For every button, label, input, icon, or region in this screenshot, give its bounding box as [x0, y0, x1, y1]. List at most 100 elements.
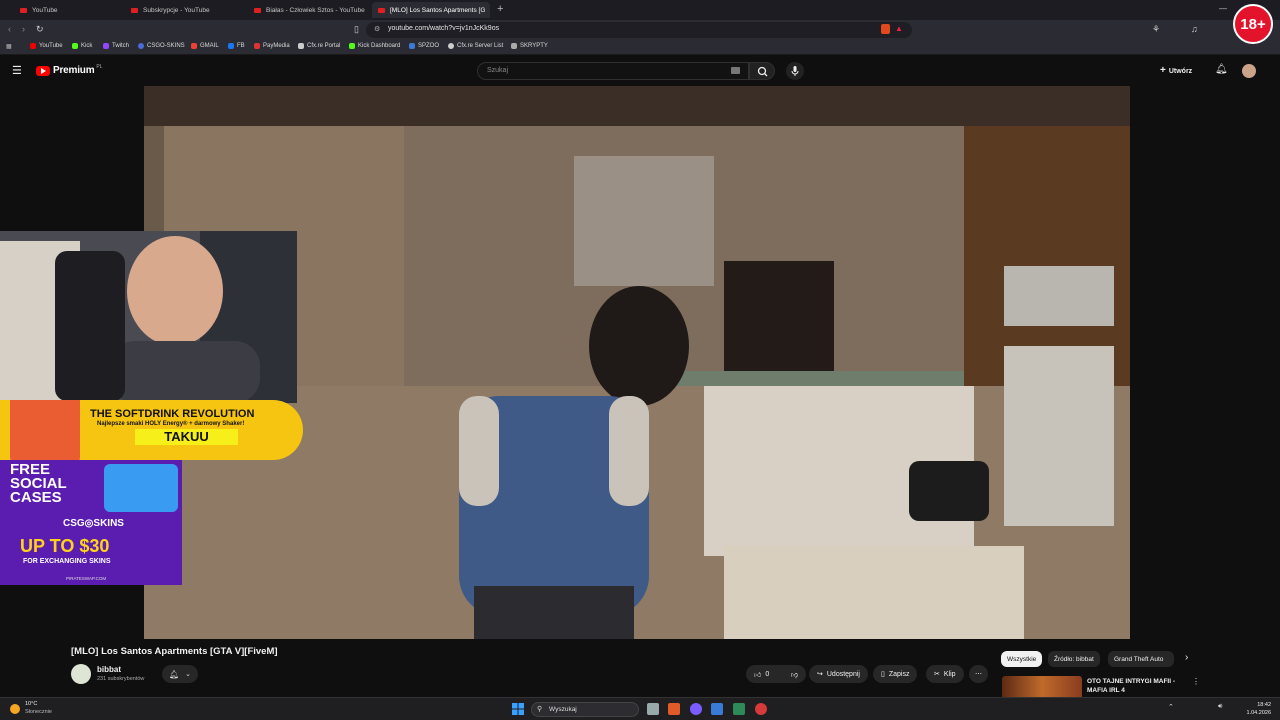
cfx-icon: [298, 43, 304, 49]
browser-tab[interactable]: Białas - Człowiek Sztos - YouTube: [248, 2, 372, 18]
plus-icon: +: [1160, 65, 1166, 76]
more-actions-button[interactable]: ⋯: [969, 665, 988, 683]
chip-source[interactable]: Źródło: bibbat: [1048, 651, 1100, 667]
subscription-bell-button[interactable]: 🔔︎ ⌄: [162, 665, 198, 683]
url-field[interactable]: ⚙ youtube.com/watch?v=jv1nJcKk9os ▲: [366, 22, 912, 38]
taskbar-clock[interactable]: 18:42 1.04.2026: [1241, 701, 1271, 717]
app-icon[interactable]: [690, 703, 702, 715]
kick-icon: [72, 43, 78, 49]
chip-gta[interactable]: Grand Theft Auto: [1108, 651, 1174, 667]
app-icon[interactable]: [755, 703, 767, 715]
energy-drink-image: [10, 400, 80, 460]
notifications-bell-icon[interactable]: 🔔︎: [1215, 64, 1228, 75]
app-icon[interactable]: [711, 703, 723, 715]
browser-tab-active[interactable]: [MLO] Los Santos Apartments [G✕: [372, 2, 490, 18]
minimize-icon[interactable]: —: [1219, 4, 1227, 13]
youtube-logo[interactable]: Premium PL: [36, 64, 103, 76]
volume-icon[interactable]: 🔊︎: [1218, 703, 1222, 711]
weather-temp: 10°C: [25, 701, 38, 707]
bookmark-item[interactable]: FB: [228, 43, 245, 49]
create-button[interactable]: + Utwórz: [1160, 65, 1192, 76]
channel-name[interactable]: bibbat: [97, 665, 121, 674]
task-view-icon[interactable]: [647, 703, 659, 715]
reload-icon[interactable]: ↻: [36, 24, 44, 35]
address-bar-row: ‹ › ↻ ▯ ⚙ youtube.com/watch?v=jv1nJcKk9o…: [0, 20, 1280, 40]
csgo-skins-ad: FREE SOCIAL CASES CSG◎SKINS UP TO $30 FO…: [0, 460, 182, 585]
taskbar-search[interactable]: ⚲ Wyszukaj: [531, 702, 639, 717]
search-icon: ⚲: [537, 706, 543, 713]
bookmark-item[interactable]: Kick Dashboard: [349, 43, 400, 49]
bookmarks-bar: ▦ YouTube Kick Twitch CSGO-SKINS GMAIL F…: [0, 40, 1280, 55]
search-button[interactable]: [749, 62, 775, 80]
bookmark-item[interactable]: PayMedia: [254, 43, 290, 49]
new-tab-icon[interactable]: +: [497, 3, 503, 15]
scissors-icon: ✂: [934, 671, 940, 678]
bookmark-item[interactable]: Twitch: [103, 43, 129, 49]
clip-button[interactable]: ✂ Klip: [926, 665, 964, 683]
youtube-favicon-icon: [254, 7, 261, 13]
search-input[interactable]: Szukaj: [477, 62, 749, 80]
share-button[interactable]: ↪ Udostępnij: [809, 665, 868, 683]
youtube-play-icon: [36, 65, 50, 76]
forward-icon[interactable]: ›: [22, 24, 25, 34]
brave-shield-icon[interactable]: [881, 24, 890, 34]
bookmark-item[interactable]: Kick: [72, 43, 92, 49]
chevron-right-icon[interactable]: ›: [1185, 652, 1188, 663]
bookmark-icon[interactable]: ▯: [354, 24, 359, 35]
site-info-icon[interactable]: ⚙: [374, 25, 380, 33]
more-vertical-icon[interactable]: ⋮: [1192, 677, 1200, 686]
bookmark-item[interactable]: SPZOO: [409, 43, 439, 49]
avatar[interactable]: [1242, 64, 1256, 78]
youtube-icon: [30, 43, 36, 49]
microphone-icon: [791, 66, 799, 76]
webcam-frame: [0, 231, 297, 403]
windows-start-icon[interactable]: [512, 703, 524, 715]
apps-icon[interactable]: ▦: [6, 43, 12, 50]
extensions-icon[interactable]: ⚘: [1152, 24, 1160, 35]
gmail-icon: [191, 43, 197, 49]
bookmark-item[interactable]: YouTube: [30, 43, 63, 49]
like-button[interactable]: 👍︎ 0: [754, 670, 769, 679]
voice-search-button[interactable]: [786, 62, 804, 80]
bookmark-item[interactable]: CSGO-SKINS: [138, 43, 185, 49]
ad-description: FOR EXCHANGING SKINS: [23, 558, 111, 565]
folder-icon: [511, 43, 517, 49]
ad-amount: UP TO $30: [20, 536, 110, 556]
player-letterbox-right: [1130, 86, 1280, 639]
menu-icon[interactable]: ☰: [12, 64, 22, 77]
media-icon[interactable]: ♫: [1191, 24, 1198, 34]
tray-chevron-icon[interactable]: ⌃: [1168, 703, 1174, 711]
brave-browser-icon[interactable]: [668, 703, 680, 715]
banner-brand: TAKUU: [135, 429, 238, 445]
brave-rewards-icon[interactable]: ▲: [895, 24, 903, 33]
thumbs-up-icon: 👍︎: [754, 671, 762, 679]
paymedia-icon: [254, 43, 260, 49]
recommended-title[interactable]: OTO TAJNE INTRYGI MAFII - MAFIA IRL 4: [1087, 677, 1187, 695]
ad-site: PIRATESWAP.COM: [66, 576, 107, 581]
chip-all[interactable]: Wszystkie: [1001, 651, 1043, 667]
ad-brand: CSG◎SKINS: [63, 518, 124, 529]
bell-icon: 🔔︎: [168, 669, 180, 679]
bookmark-item[interactable]: Cfx.re Server List: [448, 43, 503, 49]
save-button[interactable]: ▯ Zapisz: [873, 665, 918, 683]
browser-tab[interactable]: YouTube: [14, 2, 132, 18]
thumbs-down-icon: 👎︎: [790, 671, 798, 679]
bookmark-item[interactable]: GMAIL: [191, 43, 219, 49]
like-dislike-group: 👍︎ 0 👎︎: [746, 665, 806, 683]
channel-avatar[interactable]: [71, 664, 91, 684]
app-icon[interactable]: [733, 703, 745, 715]
search-icon: [757, 66, 768, 77]
save-icon: ▯: [881, 671, 885, 678]
bookmark-item[interactable]: Cfx.re Portal: [298, 43, 340, 49]
youtube-favicon-icon: [20, 7, 27, 13]
bookmark-item[interactable]: SKRYPTY: [511, 43, 548, 49]
browser-tab[interactable]: Subskrypcje - YouTube: [125, 2, 250, 18]
dislike-button[interactable]: 👎︎: [791, 670, 798, 679]
keyboard-icon[interactable]: [731, 67, 740, 74]
sun-icon: [10, 704, 20, 714]
close-tab-icon[interactable]: ✕: [485, 6, 490, 15]
csgo-skins-icon: [138, 43, 144, 49]
back-icon[interactable]: ‹: [8, 24, 11, 34]
chevron-down-icon: ⌄: [185, 671, 192, 678]
youtube-header: ☰ Premium PL Szukaj + Utwórz 🔔︎: [0, 56, 1280, 86]
